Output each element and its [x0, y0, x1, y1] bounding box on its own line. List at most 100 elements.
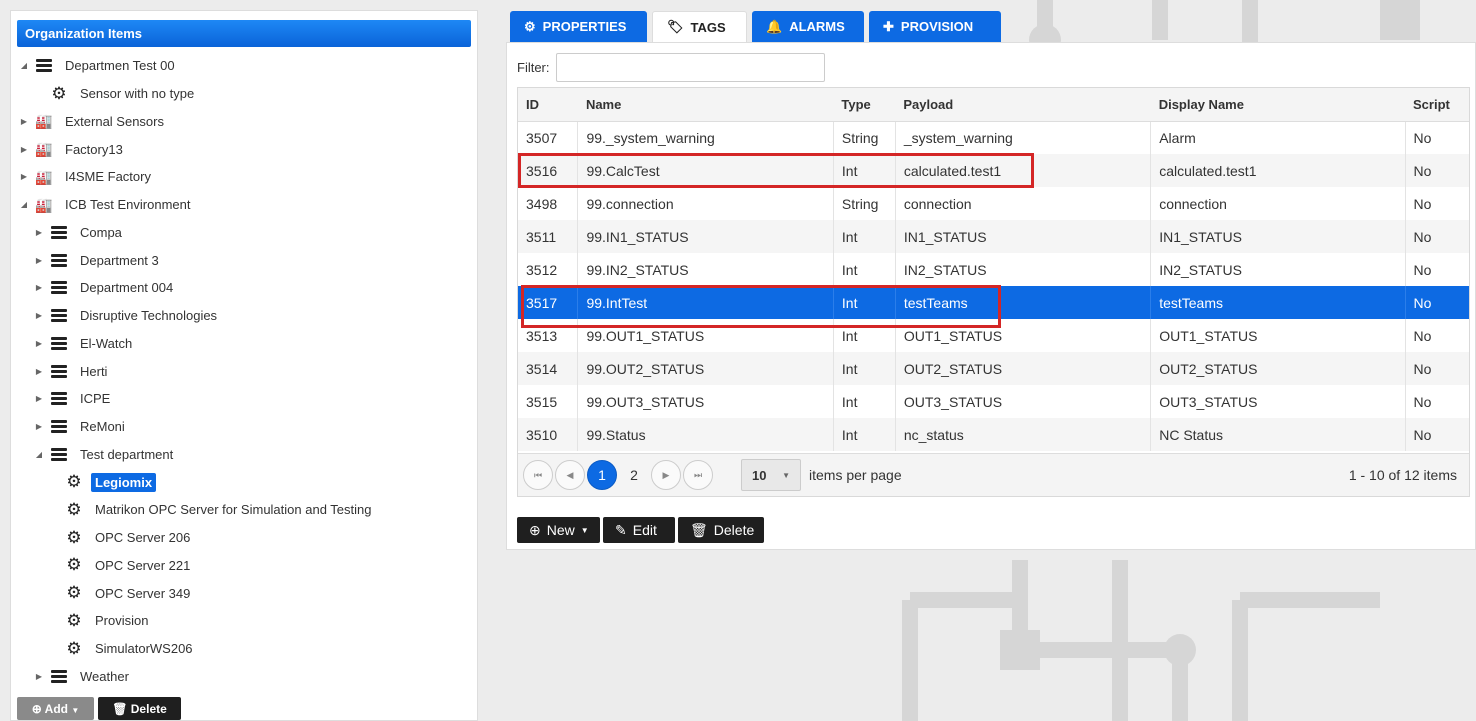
prev-page-button[interactable]: ◀	[555, 460, 585, 490]
plus-circle-icon: ⊕	[529, 521, 541, 538]
cell-name: 99.connection	[577, 187, 834, 220]
collapsed-arrow-icon[interactable]: ▶	[34, 256, 44, 265]
tree-item[interactable]: ⚙ Provision	[11, 607, 471, 635]
tree-item[interactable]: ▶ ICPE	[11, 385, 471, 413]
collapsed-arrow-icon[interactable]: ▶	[19, 172, 29, 181]
tab-provision[interactable]: ✚ PROVISION	[869, 11, 1001, 42]
cell-name: 99.Status	[577, 418, 834, 451]
collapsed-arrow-icon[interactable]: ▶	[34, 228, 44, 237]
cell-script: No	[1404, 121, 1469, 154]
delete-button[interactable]: 🗑 Delete	[678, 517, 764, 543]
cell-id: 3512	[526, 261, 558, 278]
tree-item[interactable]: ▶ Weather	[11, 663, 471, 691]
table-row[interactable]: 3516 99.CalcTest Int calculated.test1 calcul…	[518, 154, 1469, 187]
tree-item[interactable]: ⚙ Legiomix	[11, 468, 471, 496]
tags-table: ID Name Type Payload Display Name Script…	[518, 88, 1469, 451]
first-page-button[interactable]: ⏮	[523, 460, 553, 490]
table-row[interactable]: 3507 99._system_warning String _system_warn…	[518, 121, 1469, 154]
tab-tags-label: TAGS	[690, 19, 726, 35]
last-page-button[interactable]: ⏭	[683, 460, 713, 490]
tree-item[interactable]: ▶ ReMoni	[11, 413, 471, 441]
tree-item[interactable]: ▶ Department 3	[11, 246, 471, 274]
edit-button[interactable]: ✎ Edit	[603, 517, 675, 543]
server-icon	[50, 446, 68, 462]
tree-item-label: Department 004	[80, 280, 174, 296]
pager-range-info: 1 - 10 of 12 items	[1348, 467, 1457, 483]
tree-item[interactable]: ◢ Test department	[11, 441, 471, 469]
tree-item[interactable]: ◢ 🏭 ICB Test Environment	[11, 191, 471, 219]
tree-item[interactable]: ⚙ OPC Server 206	[11, 524, 471, 552]
building-icon: 🏭	[35, 141, 53, 158]
tree-item[interactable]: ⚙ OPC Server 221	[11, 552, 471, 580]
tree-item[interactable]: ⚙ OPC Server 349	[11, 579, 471, 607]
page-size-dropdown[interactable]: 10 ▼	[741, 459, 801, 491]
tree-item[interactable]: ▶ 🏭 External Sensors	[11, 108, 471, 136]
next-page-button[interactable]: ▶	[651, 460, 681, 490]
cell-script: No	[1404, 286, 1469, 319]
tree-item[interactable]: ▶ Compa	[11, 219, 471, 247]
tree-delete-button[interactable]: 🗑 Delete	[98, 697, 181, 720]
page-2-button[interactable]: 2	[619, 460, 649, 490]
column-header-type[interactable]: Type	[833, 88, 896, 122]
collapsed-arrow-icon[interactable]: ▶	[34, 422, 44, 431]
column-header-id[interactable]: ID	[518, 88, 578, 122]
cell-type: String	[832, 121, 896, 154]
collapsed-arrow-icon[interactable]: ▶	[19, 117, 29, 126]
collapsed-arrow-icon[interactable]: ▶	[34, 311, 44, 320]
add-button[interactable]: ⊕ Add ▼	[17, 697, 94, 720]
tree-item-label: OPC Server 206	[95, 530, 191, 546]
page-1-button[interactable]: 1	[587, 460, 617, 490]
tree-item[interactable]: ⚙ Sensor with no type	[11, 80, 471, 108]
cell-type: Int	[832, 286, 896, 319]
tree-item[interactable]: ▶ Disruptive Technologies	[11, 302, 471, 330]
tree-item-label: OPC Server 221	[95, 557, 191, 573]
cell-script: No	[1404, 253, 1469, 286]
gear-icon: ⚙	[66, 499, 82, 519]
table-row[interactable]: 3514 99.OUT2_STATUS Int OUT2_STATUS OUT2_STA…	[518, 352, 1469, 385]
cell-payload: IN2_STATUS	[894, 253, 1151, 286]
column-header-payload[interactable]: Payload	[895, 88, 1151, 122]
building-icon: 🏭	[35, 113, 53, 130]
tab-tags[interactable]: 🏷 TAGS	[652, 11, 747, 42]
column-header-name[interactable]: Name	[577, 88, 834, 122]
tree-item[interactable]: ◢ Departmen Test 00	[11, 52, 471, 80]
table-row[interactable]: 3510 99.Status Int nc_status NC Status No	[518, 418, 1469, 451]
collapsed-arrow-icon[interactable]: ▶	[34, 394, 44, 403]
tree-item[interactable]: ⚙ Matrikon OPC Server for Simulation and …	[11, 496, 471, 524]
table-row[interactable]: 3517 99.IntTest Int testTeams testTeams No	[518, 286, 1469, 319]
tree-item[interactable]: ▶ Department 004	[11, 274, 471, 302]
column-header-script[interactable]: Script	[1405, 88, 1469, 122]
expanded-arrow-icon[interactable]: ◢	[34, 450, 44, 459]
filter-input[interactable]	[555, 53, 825, 82]
tree-item[interactable]: ▶ 🏭 I4SME Factory	[11, 163, 471, 191]
column-header-display-name[interactable]: Display Name	[1150, 88, 1406, 122]
new-button-label: New	[546, 522, 575, 538]
cell-type: Int	[832, 253, 896, 286]
table-row[interactable]: 3498 99.connection String connection connect…	[518, 187, 1469, 220]
collapsed-arrow-icon[interactable]: ▶	[34, 283, 44, 292]
table-row[interactable]: 3511 99.IN1_STATUS Int IN1_STATUS IN1_STATUS…	[518, 220, 1469, 253]
cell-payload: calculated.test1	[894, 154, 1151, 187]
gear-icon: ⚙	[66, 638, 82, 658]
tree-item[interactable]: ▶ 🏭 Factory13	[11, 135, 471, 163]
collapsed-arrow-icon[interactable]: ▶	[34, 672, 44, 681]
table-row[interactable]: 3512 99.IN2_STATUS Int IN2_STATUS IN2_STATUS…	[518, 253, 1469, 286]
table-row[interactable]: 3513 99.OUT1_STATUS Int OUT1_STATUS OUT1_STA…	[518, 319, 1469, 352]
tree-item[interactable]: ⚙ SimulatorWS206	[11, 635, 471, 663]
organization-panel: Organization Items ◢ Departmen Test 00 ⚙ Se…	[10, 10, 478, 721]
server-icon	[50, 668, 68, 684]
tab-alarms[interactable]: 🔔 ALARMS	[752, 11, 864, 42]
tree-item-label: Departmen Test 00	[65, 58, 175, 74]
collapsed-arrow-icon[interactable]: ▶	[34, 367, 44, 376]
tab-properties[interactable]: ⚙ PROPERTIES	[510, 11, 647, 42]
tree-item[interactable]: ▶ El-Watch	[11, 330, 471, 358]
cell-script: No	[1404, 187, 1469, 220]
collapsed-arrow-icon[interactable]: ▶	[19, 145, 29, 154]
table-row[interactable]: 3515 99.OUT3_STATUS Int OUT3_STATUS OUT3_STA…	[518, 385, 1469, 418]
collapsed-arrow-icon[interactable]: ▶	[34, 339, 44, 348]
tree-item[interactable]: ▶ Herti	[11, 357, 471, 385]
new-button[interactable]: ⊕ New ▼	[517, 517, 600, 543]
expanded-arrow-icon[interactable]: ◢	[19, 61, 29, 70]
expanded-arrow-icon[interactable]: ◢	[19, 200, 29, 209]
cell-id: 3516	[518, 154, 578, 187]
